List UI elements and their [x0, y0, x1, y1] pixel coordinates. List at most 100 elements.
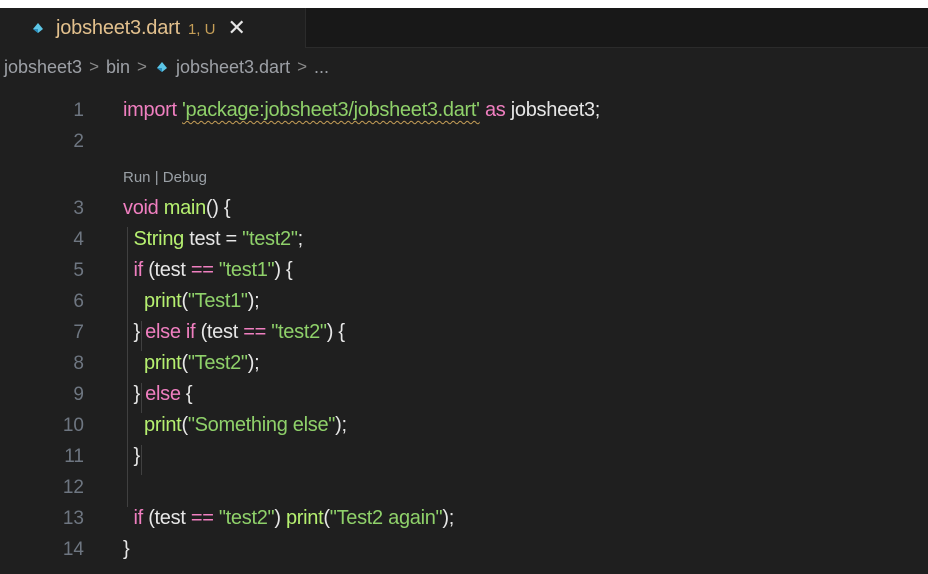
breadcrumb-item-more[interactable]: ...: [314, 57, 329, 78]
close-icon[interactable]: ✕: [227, 17, 245, 39]
line-number: 1: [73, 99, 84, 121]
code-token: else if: [145, 321, 201, 343]
code-line[interactable]: 10 print("Something else");: [0, 409, 928, 442]
line-number: 6: [73, 290, 84, 312]
tab-bar: jobsheet3.dart 1, U ✕: [0, 8, 928, 48]
code-token: "test2": [271, 321, 327, 343]
code-editor[interactable]: jobsheet3.dart 1, U ✕ jobsheet3 > bin > …: [0, 8, 928, 574]
code-token: test =: [189, 228, 243, 250]
line-number: 11: [64, 445, 84, 467]
line-number: 8: [73, 352, 84, 374]
code-token: ==: [190, 259, 214, 281]
breadcrumb-separator: >: [137, 57, 147, 76]
code-text[interactable]: void main() {: [123, 197, 231, 220]
code-line[interactable]: 4 String test = "test2";: [0, 223, 928, 256]
code-token: );: [247, 352, 260, 374]
code-token: "Test1": [187, 290, 248, 312]
code-token: ==: [243, 321, 266, 343]
code-line[interactable]: 5 if (test == "test1") {: [0, 254, 928, 287]
code-token: jobsheet3;: [510, 99, 601, 121]
line-number: 4: [73, 228, 84, 250]
code-line[interactable]: 7 } else if (test == "test2") {: [0, 316, 928, 349]
line-number: 3: [73, 197, 84, 219]
code-token: );: [247, 290, 260, 312]
code-token: (test: [200, 321, 244, 343]
code-token: "test1": [218, 259, 275, 281]
code-token: void: [123, 197, 164, 219]
code-token: }: [123, 445, 141, 467]
breadcrumb: jobsheet3 > bin > jobsheet3.dart > ...: [0, 48, 928, 86]
code-token: if: [133, 507, 149, 529]
code-token: {: [185, 383, 193, 405]
breadcrumb-item-jobsheet3[interactable]: jobsheet3: [4, 57, 82, 78]
code-token: print: [144, 414, 182, 436]
breadcrumb-separator: >: [89, 57, 100, 76]
tab-status-badge: 1, U: [187, 21, 216, 38]
line-number: 5: [73, 259, 84, 281]
breadcrumb-separator: >: [297, 57, 308, 76]
dart-file-icon: [30, 20, 46, 36]
top-strip: [0, 0, 928, 8]
code-line[interactable]: 12: [0, 471, 928, 504]
line-number: 14: [62, 538, 84, 560]
codelens: Run | Debug: [123, 169, 207, 186]
code-text[interactable]: if (test == "test1") {: [123, 259, 293, 282]
code-token: print: [285, 507, 324, 529]
code-token: );: [442, 507, 454, 529]
tab-filename: jobsheet3.dart: [56, 16, 180, 39]
code-text[interactable]: print("Test2");: [123, 352, 260, 375]
code-text[interactable]: if (test == "test2") print("Test2 again"…: [123, 507, 455, 530]
code-token: "test2": [218, 507, 275, 529]
code-line[interactable]: 11 }: [0, 440, 928, 473]
code-token: }: [123, 321, 146, 343]
code-token: main: [163, 197, 206, 219]
tab-jobsheet3-dart[interactable]: jobsheet3.dart 1, U ✕: [0, 8, 306, 48]
line-number: 2: [73, 130, 84, 152]
code-token: else: [145, 383, 186, 405]
code-token: import: [123, 99, 183, 121]
code-line[interactable]: 9 } else {: [0, 378, 928, 411]
code-token: 'package:jobsheet3/jobsheet3.dart': [182, 99, 480, 121]
codelens-divider: |: [154, 169, 159, 186]
dart-file-icon: [154, 59, 170, 75]
code-token: );: [335, 414, 347, 436]
code-token: ) {: [274, 259, 293, 281]
code-token: ): [274, 507, 286, 529]
code-token: print: [144, 352, 182, 374]
code-text[interactable]: import 'package:jobsheet3/jobsheet3.dart…: [123, 99, 600, 122]
code-line[interactable]: 1 import 'package:jobsheet3/jobsheet3.dar…: [0, 94, 928, 127]
code-text[interactable]: } else if (test == "test2") {: [123, 321, 346, 344]
code-text[interactable]: }: [123, 445, 141, 468]
code-line[interactable]: 13 if (test == "test2") print("Test2 aga…: [0, 502, 928, 535]
code-token: String: [133, 228, 190, 250]
code-text[interactable]: print("Something else");: [123, 414, 347, 437]
breadcrumb-item-bin[interactable]: bin: [106, 57, 130, 78]
code-token: (test: [148, 507, 191, 529]
line-number: 12: [62, 476, 84, 498]
code-text[interactable]: String test = "test2";: [123, 228, 304, 251]
debug-codelens[interactable]: Debug: [163, 169, 207, 186]
code-token: "test2": [242, 228, 298, 250]
code-line[interactable]: 3 void main() {: [0, 192, 928, 225]
code-line[interactable]: 8 print("Test2");: [0, 347, 928, 380]
breadcrumb-item-file[interactable]: jobsheet3.dart: [176, 57, 290, 78]
line-number: 13: [62, 507, 84, 529]
code-line[interactable]: 14}: [0, 533, 928, 566]
code-token: ) {: [326, 321, 345, 343]
code-token: if: [133, 259, 149, 281]
code-text[interactable]: print("Test1");: [123, 290, 260, 313]
code-token: ==: [190, 507, 214, 529]
code-token: print: [144, 290, 182, 312]
code-text[interactable]: } else {: [123, 383, 193, 406]
run-codelens[interactable]: Run: [123, 169, 151, 186]
code-token: ;: [297, 228, 304, 250]
code-line[interactable]: 6 print("Test1");: [0, 285, 928, 318]
code-token: "Something else": [187, 414, 336, 436]
code-token: }: [123, 383, 146, 405]
code-text[interactable]: }: [123, 538, 130, 561]
code-line[interactable]: 2: [0, 125, 928, 158]
